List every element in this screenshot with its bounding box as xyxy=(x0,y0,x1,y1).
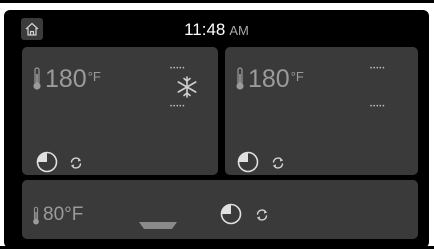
zone-2-indicator-bottom: ••••• xyxy=(370,104,386,110)
sync-icon[interactable] xyxy=(271,156,285,170)
zone-3-temperature: 80°F xyxy=(32,204,83,226)
zone-1-temp-value: 180 xyxy=(45,65,87,93)
tray-icon xyxy=(139,222,177,229)
zone-2-temp-unit: °F xyxy=(290,69,304,84)
zone-panel-2[interactable]: 180 °F ••••• ••••• xyxy=(225,47,418,175)
clock-display: 11:48 AM xyxy=(4,20,429,40)
sync-icon[interactable] xyxy=(69,156,83,170)
clock-ampm: AM xyxy=(229,23,249,38)
zone-1-indicator-top: ••••• xyxy=(170,66,186,72)
zone-2-temp-value: 180 xyxy=(248,65,290,93)
top-rule xyxy=(0,0,434,3)
thermometer-icon xyxy=(33,206,39,225)
zone-1-temp-unit: °F xyxy=(87,69,101,84)
zone-1-temperature: 180 °F xyxy=(32,65,101,94)
thermometer-icon xyxy=(33,67,41,90)
zone-3-temp-value: 80°F xyxy=(43,204,84,225)
timer-icon[interactable] xyxy=(36,151,58,173)
clock-time: 11:48 xyxy=(184,20,226,39)
zone-panel-1[interactable]: 180 °F ••••• ••••• xyxy=(22,47,218,175)
snowflake-icon xyxy=(177,76,197,98)
timer-icon[interactable] xyxy=(237,151,259,173)
thermometer-icon xyxy=(236,67,244,90)
zone-panel-3[interactable]: 80°F xyxy=(22,180,418,239)
zone-2-temperature: 180 °F xyxy=(235,65,304,94)
device-screen: 11:48 AM 180 °F ••••• ••••• 180 °F •••••… xyxy=(4,10,429,248)
sync-icon[interactable] xyxy=(255,208,269,222)
zone-2-indicator-top: ••••• xyxy=(370,66,386,72)
zone-1-indicator-bottom: ••••• xyxy=(170,104,186,110)
timer-icon[interactable] xyxy=(220,203,242,225)
